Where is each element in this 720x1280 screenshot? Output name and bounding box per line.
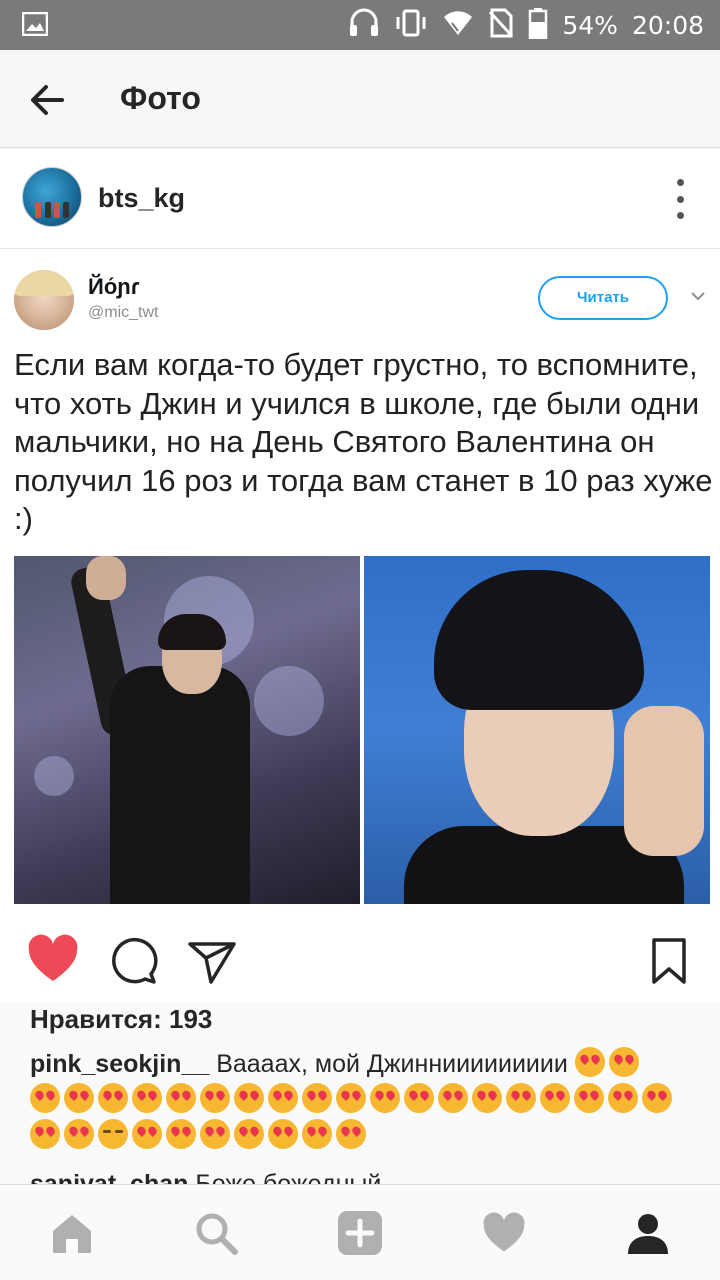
status-bar: 54% 20:08 [0, 0, 720, 50]
battery-icon [528, 7, 548, 44]
app-bar: Фото [0, 50, 720, 148]
heart-eyes-emoji-icon [336, 1083, 366, 1113]
likes-count[interactable]: Нравится: 193 [30, 1004, 212, 1035]
post-image: Йо́ɲɾ @mic_twt Читать Если вам когда-то … [0, 250, 720, 912]
heart-eyes-emoji-icon [540, 1083, 570, 1113]
bottom-nav [0, 1184, 720, 1280]
heart-eyes-emoji-icon [98, 1083, 128, 1113]
battery-level: 54% [562, 10, 618, 40]
heart-eyes-emoji-icon [166, 1083, 196, 1113]
heart-eyes-emoji-icon [64, 1083, 94, 1113]
image-icon [21, 11, 49, 41]
tweet-author-name: Йо́ɲɾ [88, 274, 140, 299]
comment-username[interactable]: pink_seokjin__ [30, 1050, 209, 1078]
heart-eyes-emoji-icon [302, 1083, 332, 1113]
post-header: bts_kg [0, 149, 720, 249]
heart-eyes-emoji-icon [132, 1119, 162, 1149]
heart-filled-icon[interactable] [26, 934, 80, 988]
vertical-dots-icon[interactable] [674, 179, 686, 219]
post-username[interactable]: bts_kg [98, 183, 185, 214]
comment: pink_seokjin__ Вааaах, мой Джиннииииииии… [30, 1046, 690, 1154]
stage-photo [14, 556, 360, 904]
bookmark-icon[interactable] [642, 934, 696, 988]
heart-eyes-emoji-icon [234, 1119, 264, 1149]
comment-bubble-icon[interactable] [106, 934, 160, 988]
search-icon[interactable] [186, 1203, 246, 1263]
heart-eyes-emoji-icon [574, 1083, 604, 1113]
tweet-author-handle: @mic_twt [88, 304, 159, 321]
comment-text: Вааaах, мой Джинниииииииии [216, 1050, 568, 1078]
heart-eyes-emoji-icon [234, 1083, 264, 1113]
clock: 20:08 [631, 10, 704, 40]
wifi-icon [442, 9, 474, 42]
heart-eyes-emoji-icon [302, 1119, 332, 1149]
heart-eyes-emoji-icon [200, 1119, 230, 1149]
comment-text: Боже божедный [195, 1170, 382, 1184]
vibrate-icon [394, 8, 428, 43]
arrow-left-icon[interactable] [26, 78, 70, 122]
no-sim-icon [488, 8, 514, 43]
heart-eyes-emoji-icon [404, 1083, 434, 1113]
heart-eyes-emoji-icon [30, 1119, 60, 1149]
comment: sanivat_chan Боже божедный [30, 1166, 690, 1184]
heart-eyes-emoji-icon [506, 1083, 536, 1113]
follow-button: Читать [538, 276, 668, 320]
heart-icon[interactable] [474, 1203, 534, 1263]
tweet-text: Если вам когда-то будет грустно, то вспо… [14, 347, 713, 536]
heart-eyes-emoji-icon [438, 1083, 468, 1113]
heart-eyes-emoji-icon [132, 1083, 162, 1113]
heart-eyes-emoji-icon [608, 1047, 639, 1077]
heart-eyes-emoji-icon [166, 1119, 196, 1149]
page-title: Фото [120, 80, 201, 116]
heart-eyes-emoji-icon [200, 1083, 230, 1113]
send-icon[interactable] [184, 934, 238, 988]
home-icon[interactable] [42, 1203, 102, 1263]
tweet-photos [14, 556, 710, 904]
avatar[interactable] [22, 167, 82, 227]
heart-eyes-emoji-icon [370, 1083, 400, 1113]
headset-icon [348, 8, 380, 43]
heart-eyes-emoji-icon [268, 1083, 298, 1113]
add-icon[interactable] [330, 1203, 390, 1263]
post-actions [0, 912, 720, 1002]
profile-icon[interactable] [618, 1203, 678, 1263]
heart-eyes-emoji-icon [64, 1119, 94, 1149]
comment-username[interactable]: sanivat_chan [30, 1170, 188, 1184]
portrait-photo [364, 556, 710, 904]
heart-eyes-emoji-icon [336, 1119, 366, 1149]
tweet-avatar [14, 270, 74, 330]
chevron-down-icon [690, 288, 706, 304]
heart-eyes-emoji-icon [472, 1083, 502, 1113]
smiling-emoji-icon [98, 1119, 128, 1149]
heart-eyes-emoji-icon [574, 1047, 605, 1077]
heart-eyes-emoji-icon [268, 1119, 298, 1149]
heart-eyes-emoji-icon [30, 1083, 60, 1113]
heart-eyes-emoji-icon [608, 1083, 638, 1113]
heart-eyes-emoji-icon [642, 1083, 672, 1113]
